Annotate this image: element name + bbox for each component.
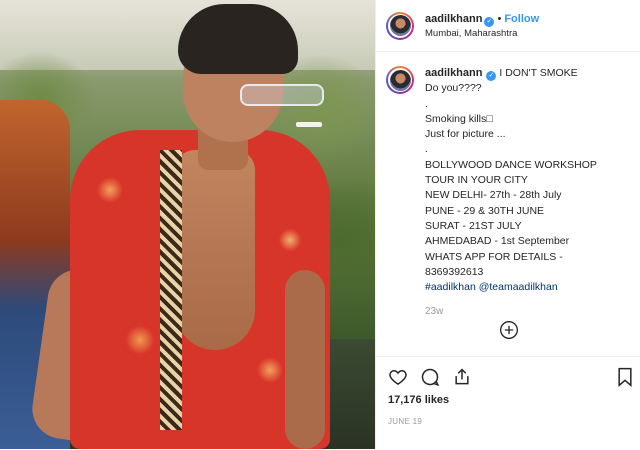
avatar-ring-inner <box>388 13 412 38</box>
header-meta: aadilkhann ✓ • Follow Mumbai, Maharashtra <box>425 11 539 41</box>
follow-button[interactable]: Follow <box>504 13 539 25</box>
caption-line-13: 8369392613 <box>425 265 484 278</box>
caption-text-0: I DON'T SMOKE <box>499 67 578 79</box>
header-username[interactable]: aadilkhann <box>425 13 482 25</box>
action-icons <box>388 367 472 392</box>
share-icon[interactable] <box>452 367 472 392</box>
caption-line-3: Smoking kills□ <box>425 112 493 125</box>
photo-arm-right <box>285 270 325 449</box>
photo-cigarette <box>296 122 322 127</box>
caption-avatar-image <box>389 69 411 91</box>
caption-line-8: NEW DELHI- 27th - 28th July <box>425 189 562 202</box>
instagram-post: aadilkhann ✓ • Follow Mumbai, Maharashtra a… <box>0 0 640 449</box>
bookmark-icon[interactable] <box>616 367 634 392</box>
caption-verified-icon: ✓ <box>486 71 497 81</box>
caption-line-12: WHATS APP FOR DETAILS - <box>425 250 563 263</box>
post-side-panel: aadilkhann ✓ • Follow Mumbai, Maharashtra a… <box>375 0 640 449</box>
caption-avatar-ring-inner <box>388 68 412 92</box>
caption-line-0: aadilkhann ✓ I DON'T SMOKE <box>425 66 597 81</box>
caption-line-2: . <box>425 97 428 110</box>
caption-line-6: BOLLYWOOD DANCE WORKSHOP <box>425 158 597 171</box>
post-date[interactable]: JUNE 19 <box>388 417 422 426</box>
hashtag-link[interactable]: #aadilkhan <box>425 281 476 293</box>
comment-icon[interactable] <box>420 367 440 392</box>
post-header: aadilkhann ✓ • Follow Mumbai, Maharashtra <box>376 0 640 52</box>
photo-lapel <box>160 150 182 430</box>
caption-hashtags: #aadilkhan @teamaadilkhan <box>425 280 597 295</box>
caption-line-4: Just for picture ... <box>425 128 506 141</box>
avatar[interactable] <box>386 11 414 40</box>
caption-line-7: TOUR IN YOUR CITY <box>425 174 528 187</box>
verified-badge-icon: ✓ <box>484 16 495 27</box>
caption-line-11: AHMEDABAD - 1st September <box>425 235 570 248</box>
photo-hair <box>178 4 298 74</box>
caption-line-10: SURAT - 21ST JULY <box>425 219 522 232</box>
heart-icon[interactable] <box>388 367 408 392</box>
action-bar: 17,176 likes JUNE 19 <box>376 356 640 450</box>
likes-count[interactable]: 17,176 likes <box>388 394 449 406</box>
location-link[interactable]: Mumbai, Maharashtra <box>425 27 539 41</box>
caption-body: aadilkhann ✓ I DON'T SMOKE Do you???? . S… <box>425 66 597 320</box>
caption-line-5: . <box>425 143 428 156</box>
mention-link[interactable]: @teamaadilkhan <box>479 281 558 293</box>
plus-circle-icon[interactable] <box>499 320 519 345</box>
caption: aadilkhann ✓ I DON'T SMOKE Do you???? . S… <box>386 66 634 320</box>
caption-username[interactable]: aadilkhann <box>425 67 482 79</box>
caption-line-9: PUNE - 29 & 30TH JUNE <box>425 204 545 217</box>
photo-chest <box>175 150 255 350</box>
separator-dot: • <box>497 12 502 25</box>
caption-time-ago[interactable]: 23w <box>425 304 597 319</box>
photo-glasses <box>240 84 324 106</box>
post-photo[interactable] <box>0 0 375 449</box>
caption-avatar[interactable] <box>386 66 414 94</box>
avatar-image <box>389 15 411 36</box>
caption-line-1: Do you???? <box>425 82 482 95</box>
